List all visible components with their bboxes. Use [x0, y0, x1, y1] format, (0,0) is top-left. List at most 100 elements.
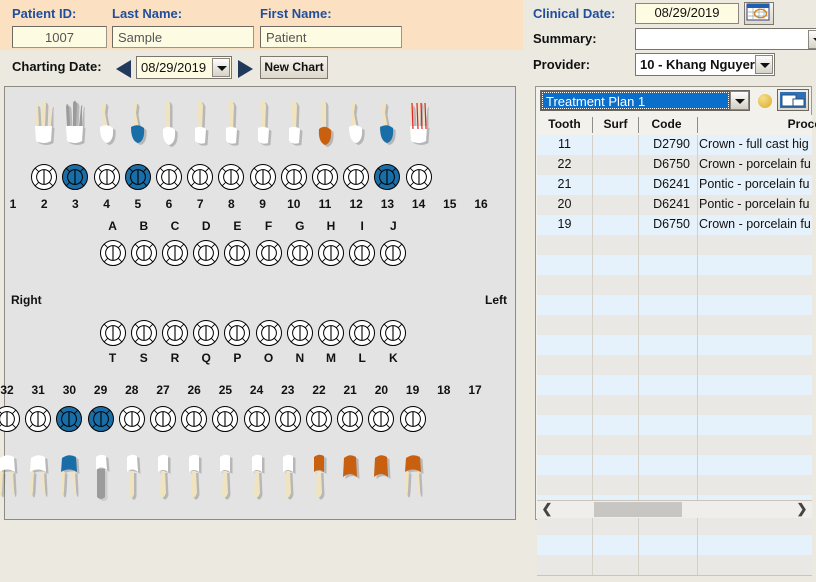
lower-tooth-graphic-19[interactable]	[400, 445, 426, 507]
lower-primary-circle-Q[interactable]	[192, 319, 220, 347]
upper-tooth-graphic-9[interactable]	[281, 93, 307, 155]
lower-tooth-number-18[interactable]: 18	[429, 383, 459, 397]
upper-tooth-number-2[interactable]: 2	[29, 197, 59, 211]
lower-tooth-graphic-30[interactable]	[56, 445, 82, 507]
lower-tooth-graphic-27[interactable]	[150, 445, 176, 507]
lower-tooth-circle-28[interactable]	[118, 405, 146, 433]
table-row[interactable]	[537, 295, 812, 316]
table-row[interactable]: 19 D6750 Crown - porcelain fu	[537, 215, 812, 236]
lower-tooth-graphic-20[interactable]	[368, 445, 394, 507]
table-row[interactable]	[537, 515, 812, 536]
upper-tooth-graphic-6[interactable]	[187, 93, 213, 155]
lower-tooth-graphic-24[interactable]	[244, 445, 270, 507]
upper-tooth-circle-3[interactable]	[61, 163, 89, 191]
dental-chart-panel[interactable]: 1 2 3 4 5 6 7 8 9 10 11 12 13 14 15 16 A B C D E F G H I J T S R Q P O N…	[0, 86, 516, 520]
table-row[interactable]	[537, 275, 812, 296]
upper-tooth-number-11[interactable]: 11	[310, 197, 340, 211]
upper-tooth-number-5[interactable]: 5	[123, 197, 153, 211]
upper-primary-circle-D[interactable]	[192, 239, 220, 267]
upper-tooth-number-15[interactable]: 15	[435, 197, 465, 211]
table-row[interactable]: 20 D6241 Pontic - porcelain fu	[537, 195, 812, 216]
upper-primary-letter-D[interactable]: D	[191, 219, 221, 233]
lower-primary-circle-P[interactable]	[223, 319, 251, 347]
table-row[interactable]: 22 D6750 Crown - porcelain fu	[537, 155, 812, 176]
upper-primary-letter-I[interactable]: I	[347, 219, 377, 233]
lower-tooth-circle-32[interactable]	[0, 405, 21, 433]
upper-tooth-number-16[interactable]: 16	[466, 197, 496, 211]
lower-tooth-graphic-29[interactable]	[88, 445, 114, 507]
upper-primary-circle-B[interactable]	[130, 239, 158, 267]
upper-tooth-circle-10[interactable]	[280, 163, 308, 191]
upper-tooth-circle-11[interactable]	[311, 163, 339, 191]
upper-primary-circle-H[interactable]	[317, 239, 345, 267]
lower-tooth-graphic-23[interactable]	[275, 445, 301, 507]
lower-tooth-number-28[interactable]: 28	[117, 383, 147, 397]
upper-primary-circle-J[interactable]	[379, 239, 407, 267]
upper-tooth-circle-9[interactable]	[249, 163, 277, 191]
gold-circle-icon[interactable]	[758, 94, 772, 108]
lower-primary-letter-T[interactable]: T	[98, 351, 128, 365]
upper-tooth-number-12[interactable]: 12	[341, 197, 371, 211]
last-name-field[interactable]: Sample	[112, 26, 254, 48]
upper-tooth-graphic-4[interactable]	[125, 93, 151, 155]
lower-tooth-circle-20[interactable]	[367, 405, 395, 433]
table-row[interactable]	[537, 335, 812, 356]
upper-tooth-circle-8[interactable]	[217, 163, 245, 191]
upper-tooth-circle-5[interactable]	[124, 163, 152, 191]
lower-tooth-number-19[interactable]: 19	[398, 383, 428, 397]
lower-primary-circle-M[interactable]	[317, 319, 345, 347]
upper-tooth-number-7[interactable]: 7	[185, 197, 215, 211]
treatment-plan-combo[interactable]: Treatment Plan 1	[540, 90, 750, 111]
upper-tooth-graphic-7[interactable]	[218, 93, 244, 155]
lower-tooth-number-24[interactable]: 24	[242, 383, 272, 397]
upper-tooth-number-4[interactable]: 4	[92, 197, 122, 211]
upper-tooth-number-13[interactable]: 13	[372, 197, 402, 211]
table-row[interactable]	[537, 235, 812, 256]
upper-primary-circle-C[interactable]	[161, 239, 189, 267]
lower-primary-letter-L[interactable]: L	[347, 351, 377, 365]
new-chart-button[interactable]: New Chart	[260, 56, 328, 79]
upper-tooth-circle-4[interactable]	[93, 163, 121, 191]
clinical-date-field[interactable]: 08/29/2019	[635, 3, 739, 24]
first-name-field[interactable]: Patient	[260, 26, 402, 48]
lower-primary-letter-N[interactable]: N	[285, 351, 315, 365]
lower-primary-circle-T[interactable]	[99, 319, 127, 347]
lower-tooth-graphic-31[interactable]	[25, 445, 51, 507]
upper-tooth-graphic-3[interactable]	[94, 93, 120, 155]
lower-tooth-number-30[interactable]: 30	[54, 383, 84, 397]
lower-tooth-number-17[interactable]: 17	[460, 383, 490, 397]
horizontal-scrollbar[interactable]: ❮ ❯	[537, 500, 812, 518]
table-row[interactable]	[537, 455, 812, 476]
lower-tooth-circle-21[interactable]	[336, 405, 364, 433]
upper-tooth-circle-2[interactable]	[30, 163, 58, 191]
upper-primary-circle-A[interactable]	[99, 239, 127, 267]
upper-tooth-circle-14[interactable]	[405, 163, 433, 191]
lower-tooth-graphic-21[interactable]	[337, 445, 363, 507]
lower-tooth-graphic-26[interactable]	[181, 445, 207, 507]
lower-tooth-circle-30[interactable]	[55, 405, 83, 433]
summary-combo[interactable]	[635, 28, 816, 50]
upper-tooth-circle-7[interactable]	[186, 163, 214, 191]
upper-primary-letter-G[interactable]: G	[285, 219, 315, 233]
window-icon[interactable]	[777, 89, 809, 111]
charting-date-combo[interactable]: 08/29/2019	[136, 56, 232, 79]
upper-tooth-circle-6[interactable]	[155, 163, 183, 191]
upper-tooth-graphic-11[interactable]	[343, 93, 369, 155]
lower-primary-circle-N[interactable]	[286, 319, 314, 347]
upper-tooth-circle-12[interactable]	[342, 163, 370, 191]
lower-tooth-circle-22[interactable]	[305, 405, 333, 433]
table-row[interactable]	[537, 535, 812, 556]
table-row[interactable]: 21 D6241 Pontic - porcelain fu	[537, 175, 812, 196]
provider-combo[interactable]: 10 - Khang Nguyer	[635, 53, 775, 76]
lower-tooth-circle-25[interactable]	[211, 405, 239, 433]
lower-tooth-number-29[interactable]: 29	[86, 383, 116, 397]
upper-tooth-graphic-5[interactable]	[156, 93, 182, 155]
lower-tooth-circle-19[interactable]	[399, 405, 427, 433]
lower-tooth-circle-31[interactable]	[24, 405, 52, 433]
chevron-right-icon[interactable]: ❯	[794, 501, 810, 518]
table-row[interactable]: 11 D2790 Crown - full cast hig	[537, 135, 812, 156]
next-chart-arrow-icon[interactable]	[238, 60, 253, 78]
patient-id-field[interactable]: 1007	[12, 26, 107, 48]
upper-tooth-number-9[interactable]: 9	[248, 197, 278, 211]
upper-tooth-number-6[interactable]: 6	[154, 197, 184, 211]
